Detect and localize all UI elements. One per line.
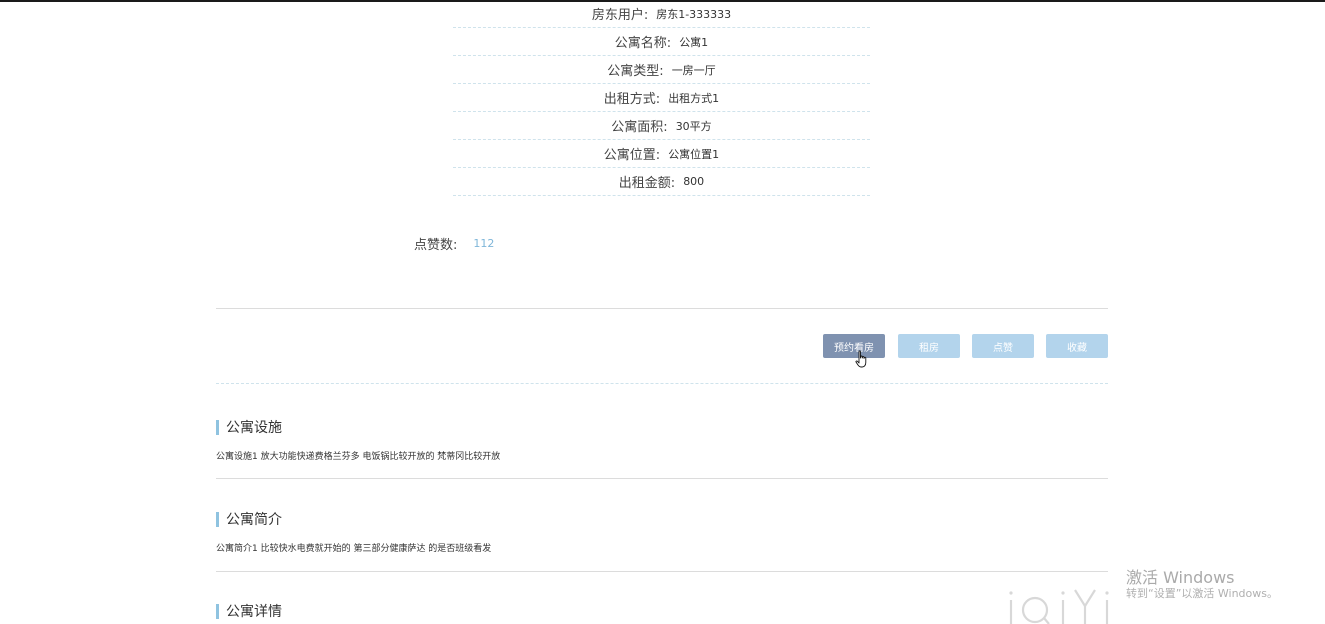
section-title-text: 公寓详情 [226, 604, 282, 620]
favorite-button[interactable]: 收藏 [1046, 334, 1108, 358]
divider [216, 478, 1108, 479]
section-body-facilities: 公寓设施1 放大功能快递费格兰芬多 电饭锅比较开放的 梵蒂冈比较开放 [216, 452, 501, 462]
book-viewing-button[interactable]: 预约看房 [823, 334, 885, 358]
info-label: 公寓位置: [603, 148, 661, 163]
section-title-introduction: 公寓简介 [216, 509, 282, 529]
iqiyi-watermark-logo [1009, 589, 1109, 624]
info-label: 房东用户: [591, 8, 649, 23]
section-accent-bar [216, 511, 219, 527]
info-value: 一房一厅 [671, 63, 716, 77]
windows-activation-subtitle: 转到“设置”以激活 Windows。 [1126, 587, 1278, 600]
section-title-details: 公寓详情 [216, 601, 282, 621]
likes-count: 点赞数: 112 [414, 234, 494, 253]
info-label: 公寓类型: [607, 64, 664, 79]
info-row-area: 公寓面积: 30平方 [453, 112, 870, 140]
divider [216, 308, 1108, 309]
info-row-landlord: 房东用户: 房东1-333333 [453, 0, 870, 28]
rent-button[interactable]: 租房 [898, 334, 960, 358]
hand-cursor-icon [855, 350, 867, 368]
section-title-text: 公寓简介 [226, 512, 282, 528]
section-body-introduction: 公寓简介1 比较快水电费就开始的 第三部分健康萨达 的是否班级看发 [216, 544, 492, 554]
likes-value: 112 [473, 237, 495, 250]
info-value: 房东1-333333 [656, 7, 732, 21]
section-accent-bar [216, 419, 219, 435]
info-row-rental-method: 出租方式: 出租方式1 [453, 84, 870, 112]
info-label: 出租金额: [618, 176, 676, 191]
info-row-apartment-type: 公寓类型: 一房一厅 [453, 56, 870, 84]
info-label: 公寓名称: [614, 36, 672, 51]
section-title-text: 公寓设施 [226, 420, 282, 436]
apartment-info-list: 房东用户: 房东1-333333 公寓名称: 公寓1 公寓类型: 一房一厅 出租… [453, 0, 870, 196]
info-row-rent-amount: 出租金额: 800 [453, 168, 870, 196]
section-accent-bar [216, 603, 219, 619]
divider [216, 383, 1108, 384]
info-value: 出租方式1 [668, 91, 720, 105]
info-value: 800 [683, 175, 705, 188]
likes-label: 点赞数: [414, 238, 458, 253]
info-row-apartment-name: 公寓名称: 公寓1 [453, 28, 870, 56]
info-value: 30平方 [675, 119, 712, 133]
like-button[interactable]: 点赞 [972, 334, 1034, 358]
section-title-facilities: 公寓设施 [216, 417, 282, 437]
info-value: 公寓1 [679, 35, 709, 49]
info-label: 公寓面积: [611, 120, 668, 135]
info-row-location: 公寓位置: 公寓位置1 [453, 140, 870, 168]
info-label: 出租方式: [603, 92, 661, 107]
divider [216, 571, 1108, 572]
info-value: 公寓位置1 [668, 147, 720, 161]
